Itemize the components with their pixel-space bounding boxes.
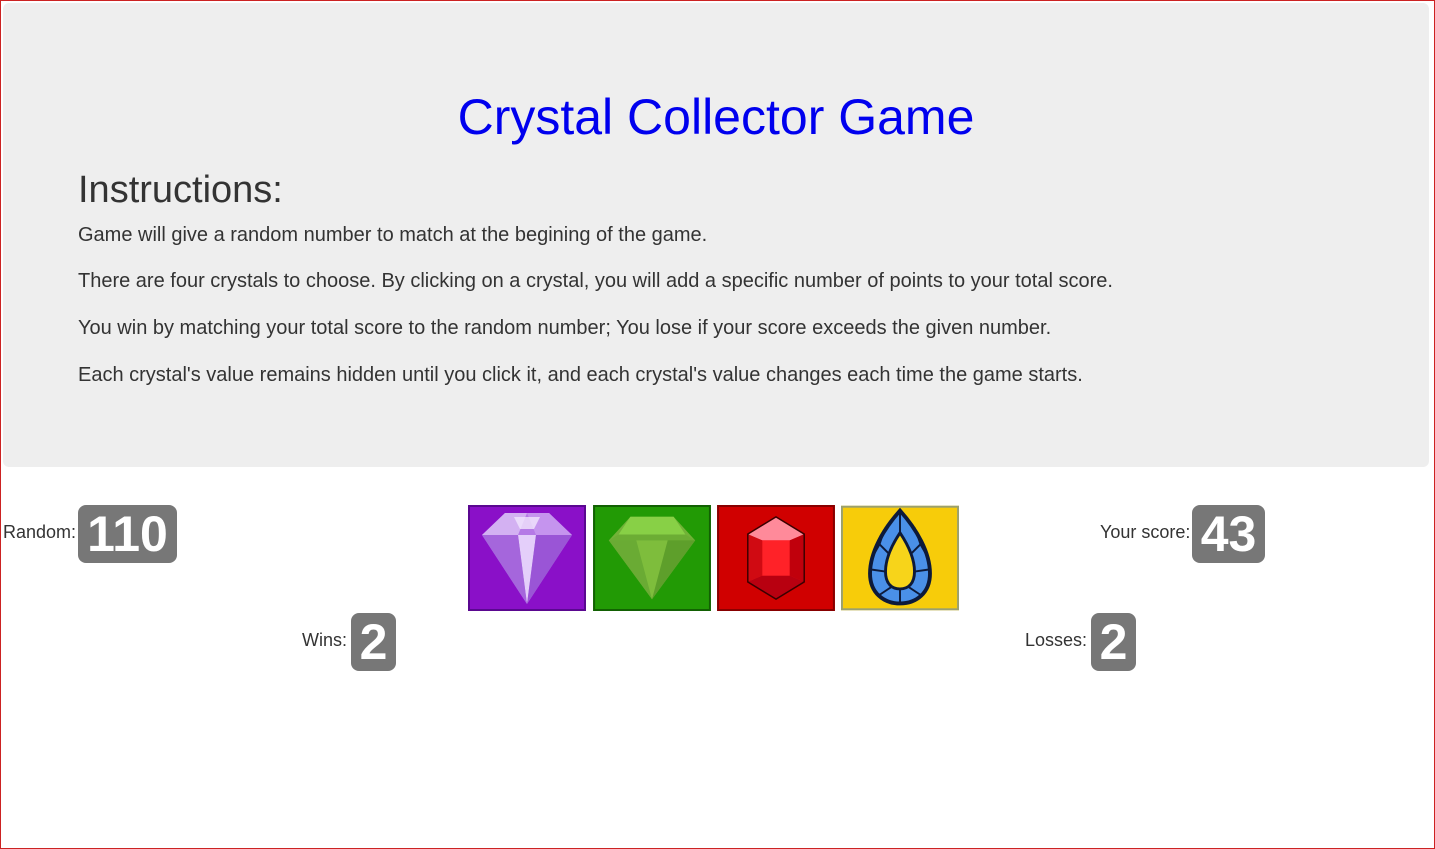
losses-label: Losses: [1025,630,1088,650]
losses-badge: 2 [1091,613,1136,671]
instructions-heading: Instructions: [78,169,283,211]
game-title: Crystal Collector Game [457,89,975,145]
blue-sapphire-icon [841,505,959,611]
red-crystal-button[interactable] [717,505,835,611]
instruction-line: Each crystal's value remains hidden unti… [78,364,1083,386]
score-badge: 43 [1192,505,1265,563]
yellow-crystal-button[interactable] [841,505,959,611]
random-label: Random: [3,522,77,542]
instruction-line: There are four crystals to choose. By cl… [78,270,1113,292]
purple-diamond-icon [468,505,586,611]
instruction-line: You win by matching your total score to … [78,317,1052,339]
red-ruby-icon [717,505,835,611]
instructions-panel: Crystal Collector Game Instructions: Gam… [3,3,1429,467]
wins-label: Wins: [302,630,347,650]
random-number-badge: 110 [78,505,177,563]
score-label: Your score: [1100,522,1191,542]
green-crystal-button[interactable] [593,505,711,611]
green-gem-icon [593,505,711,611]
purple-crystal-button[interactable] [468,505,586,611]
wins-badge: 2 [351,613,396,671]
instruction-line: Game will give a random number to match … [78,224,708,246]
